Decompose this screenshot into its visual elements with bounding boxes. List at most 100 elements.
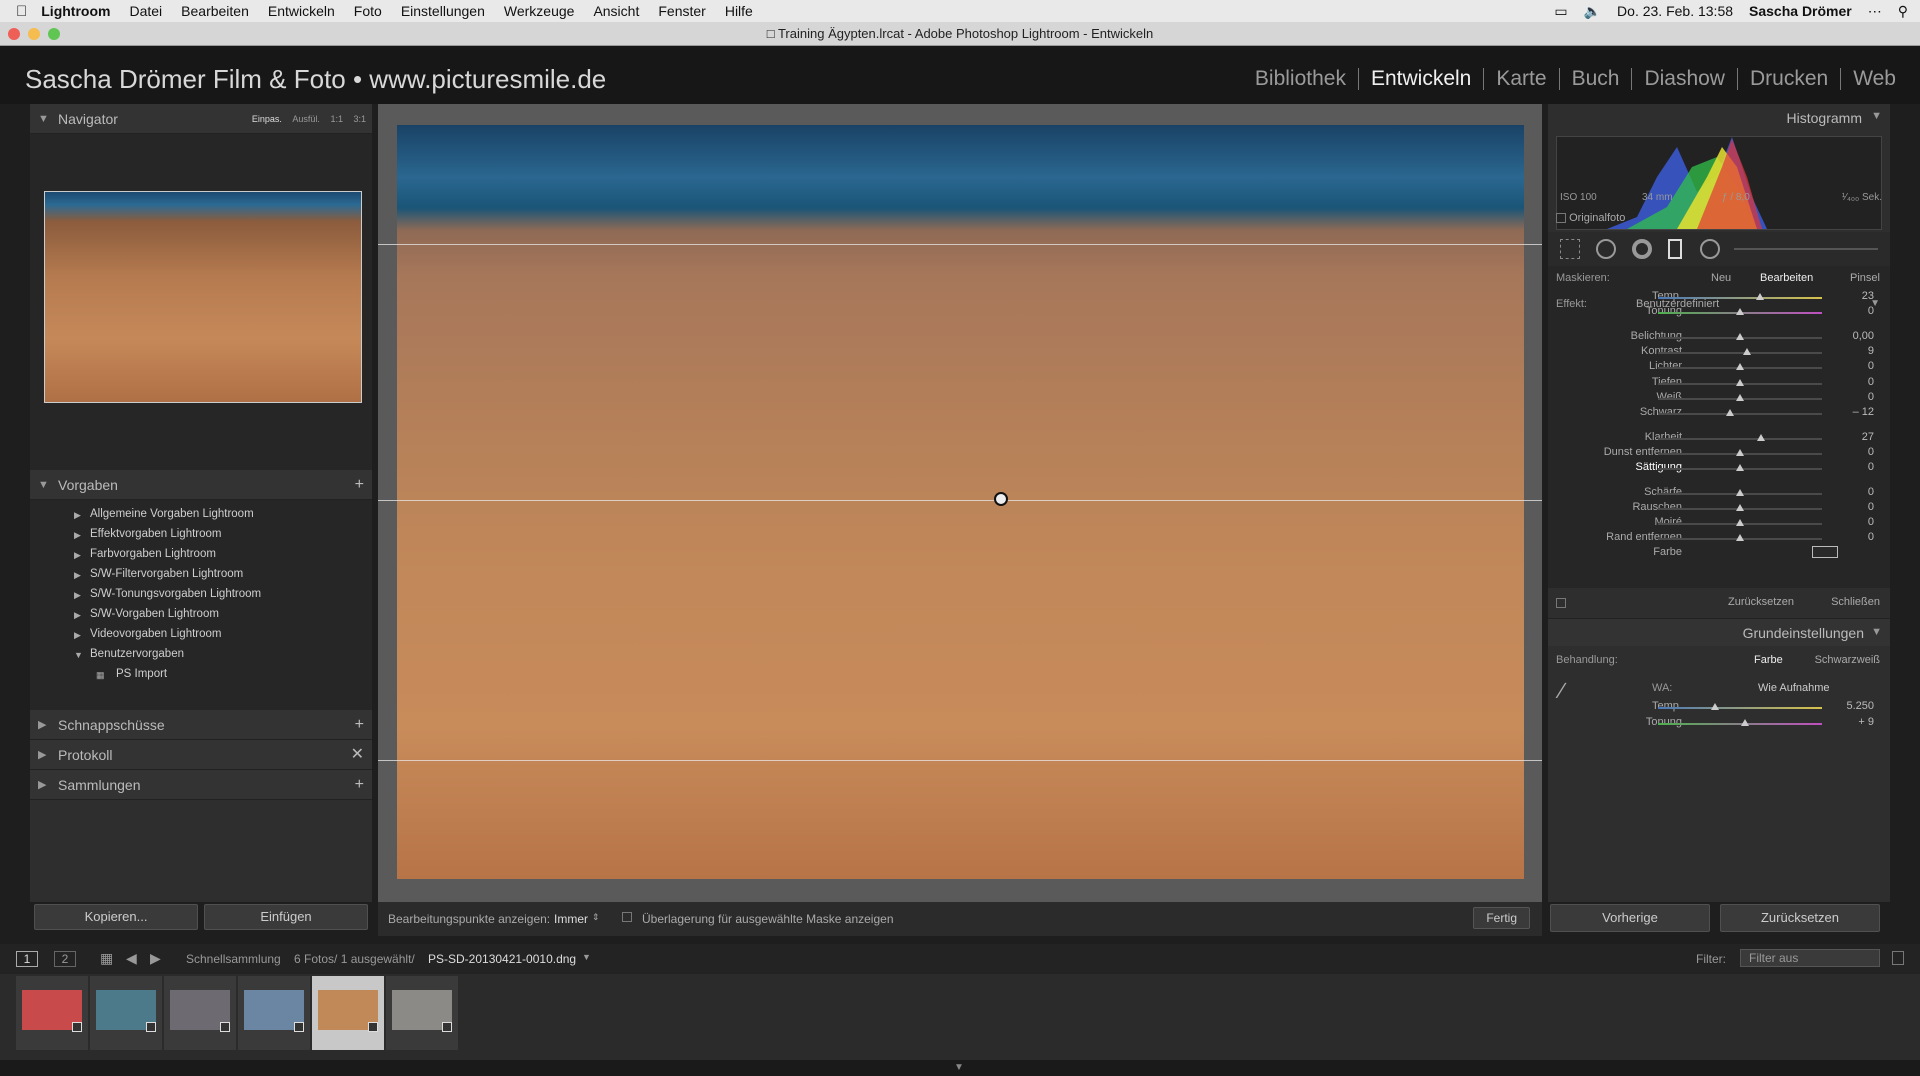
menu-lightroom[interactable]: Lightroom (41, 3, 110, 19)
crop-tool-icon[interactable] (1560, 239, 1580, 259)
menu-entwickeln[interactable]: Entwickeln (268, 3, 335, 19)
filter-reset-button[interactable]: Zurücksetzen (1728, 596, 1794, 608)
menubar-datetime[interactable]: Do. 23. Feb. 13:58 (1617, 3, 1733, 19)
photo[interactable] (397, 125, 1524, 879)
presets-header[interactable]: ▼ Vorgaben + (30, 470, 372, 500)
screen-mirror-icon[interactable]: ▭ (1554, 3, 1567, 20)
slider-sättigung[interactable]: Sättigung 0 (1548, 461, 1890, 477)
basic-tint-slider[interactable]: Tonung + 9 (1548, 716, 1890, 732)
slider-temp-[interactable]: Temp. 23 (1548, 290, 1890, 306)
slider-value[interactable]: 0 (1868, 461, 1874, 473)
slider-value[interactable]: 0 (1868, 376, 1874, 388)
spot-removal-icon[interactable] (1596, 239, 1616, 259)
slider-knob[interactable] (1736, 519, 1744, 526)
slider-knob[interactable] (1742, 348, 1751, 355)
slider-value[interactable]: 0,00 (1853, 330, 1874, 342)
filter-select[interactable]: Filter aus (1740, 949, 1880, 967)
menu-fenster[interactable]: Fenster (658, 3, 705, 19)
filter-lock-icon[interactable] (1892, 951, 1904, 965)
dropdown-arrow-icon[interactable]: ▼ (582, 952, 591, 962)
slider-value[interactable]: 0 (1868, 446, 1874, 458)
slider-rauschen[interactable]: Rauschen 0 (1548, 501, 1890, 517)
pins-select[interactable]: Immer (554, 912, 588, 926)
slider-knob[interactable] (1736, 504, 1744, 511)
slider-knob[interactable] (1726, 409, 1735, 416)
red-eye-icon[interactable] (1632, 239, 1652, 259)
basic-temp-slider[interactable]: Temp. 5.250 (1548, 700, 1890, 716)
filmstrip-thumbnail[interactable] (16, 976, 88, 1050)
slider-knob[interactable] (1736, 333, 1744, 340)
nav-fit-option[interactable]: Einpas. (252, 114, 282, 124)
nav-3-1-option[interactable]: 3:1 (353, 114, 366, 124)
slider-knob[interactable] (1736, 363, 1744, 370)
module-buch[interactable]: Buch (1560, 68, 1633, 90)
module-karte[interactable]: Karte (1484, 68, 1560, 90)
basic-header[interactable]: Grundeinstellungen ▼ (1548, 618, 1890, 646)
paste-button[interactable]: Einfügen (204, 904, 368, 930)
slider-dunst-entfernen[interactable]: Dunst entfernen 0 (1548, 446, 1890, 462)
slider-knob[interactable] (1736, 379, 1744, 386)
filter-close-button[interactable]: Schließen (1831, 596, 1880, 608)
radial-filter-icon[interactable] (1700, 239, 1720, 259)
slider-value[interactable]: 0 (1868, 391, 1874, 403)
slider-knob[interactable] (1736, 489, 1744, 496)
slider-value[interactable]: 0 (1868, 516, 1874, 528)
collapse-triangle-icon[interactable]: ▼ (1871, 626, 1882, 638)
menu-werkzeuge[interactable]: Werkzeuge (504, 3, 575, 19)
back-arrow-icon[interactable]: ◀ (126, 950, 137, 967)
slider-track[interactable] (1658, 352, 1822, 354)
preset-folder[interactable]: ▶ S/W-Tonungsvorgaben Lightroom (74, 588, 261, 600)
slider-value[interactable]: 0 (1868, 531, 1874, 543)
slider-value[interactable]: 5.250 (1846, 700, 1874, 712)
color-swatch[interactable] (1812, 546, 1838, 558)
filter-pin-icon[interactable] (994, 492, 1008, 506)
slider-moir-[interactable]: Moiré 0 (1548, 516, 1890, 532)
snapshots-header[interactable]: ▶ Schnappschüsse + (30, 710, 372, 740)
menubar-user[interactable]: Sascha Drömer (1749, 3, 1852, 19)
slider-tonung[interactable]: Tonung 0 (1548, 305, 1890, 321)
slider-knob[interactable] (1736, 464, 1744, 471)
menu-ansicht[interactable]: Ansicht (593, 3, 639, 19)
slider-schärfe[interactable]: Schärfe 0 (1548, 486, 1890, 502)
forward-arrow-icon[interactable]: ▶ (150, 950, 161, 967)
slider-knob[interactable] (1757, 434, 1766, 441)
preset-folder-open[interactable]: ▼ Benutzervorgaben (74, 648, 184, 660)
slider-belichtung[interactable]: Belichtung 0,00 (1548, 330, 1890, 346)
slider-tiefen[interactable]: Tiefen 0 (1548, 376, 1890, 392)
apple-icon[interactable]:  (16, 3, 27, 20)
original-checkbox[interactable] (1556, 213, 1566, 224)
menu-foto[interactable]: Foto (354, 3, 382, 19)
module-web[interactable]: Web (1841, 68, 1908, 90)
filmstrip-thumbnail[interactable] (90, 976, 162, 1050)
slider-track[interactable] (1658, 438, 1822, 440)
grid-icon[interactable]: ▦ (100, 950, 113, 967)
module-diashow[interactable]: Diashow (1632, 68, 1738, 90)
wb-select[interactable]: Wie Aufnahme (1758, 682, 1830, 694)
search-icon[interactable]: ⚲ (1898, 3, 1908, 20)
bottom-toggle-icon[interactable]: ▼ (954, 1062, 964, 1073)
slider-value[interactable]: 0 (1868, 486, 1874, 498)
menu-hilfe[interactable]: Hilfe (725, 3, 753, 19)
view-2-button[interactable]: 2 (54, 951, 76, 967)
slider-knob[interactable] (1755, 293, 1764, 300)
slider-kontrast[interactable]: Kontrast 9 (1548, 345, 1890, 361)
histogram-title[interactable]: Histogramm (1787, 110, 1862, 126)
panel-switch[interactable] (1556, 598, 1566, 608)
mask-brush[interactable]: Pinsel (1850, 272, 1880, 284)
graduated-filter-icon[interactable] (1668, 239, 1682, 259)
previous-button[interactable]: Vorherige (1550, 904, 1710, 932)
more-icon[interactable]: ⋯ (1868, 3, 1882, 20)
slider-schwarz[interactable]: Schwarz – 12 (1548, 406, 1890, 422)
close-window-icon[interactable] (8, 28, 20, 40)
slider-klarheit[interactable]: Klarheit 27 (1548, 431, 1890, 447)
slider-knob[interactable] (1736, 534, 1744, 541)
graduated-filter-line-center[interactable] (378, 500, 1542, 501)
menu-einstellungen[interactable]: Einstellungen (401, 3, 485, 19)
zoom-window-icon[interactable] (48, 28, 60, 40)
minimize-window-icon[interactable] (28, 28, 40, 40)
slider-value[interactable]: – 12 (1853, 406, 1874, 418)
slider-value[interactable]: 0 (1868, 305, 1874, 317)
slider-knob[interactable] (1736, 308, 1744, 315)
treatment-bw[interactable]: Schwarzweiß (1815, 654, 1880, 666)
slider-value[interactable]: 9 (1868, 345, 1874, 357)
